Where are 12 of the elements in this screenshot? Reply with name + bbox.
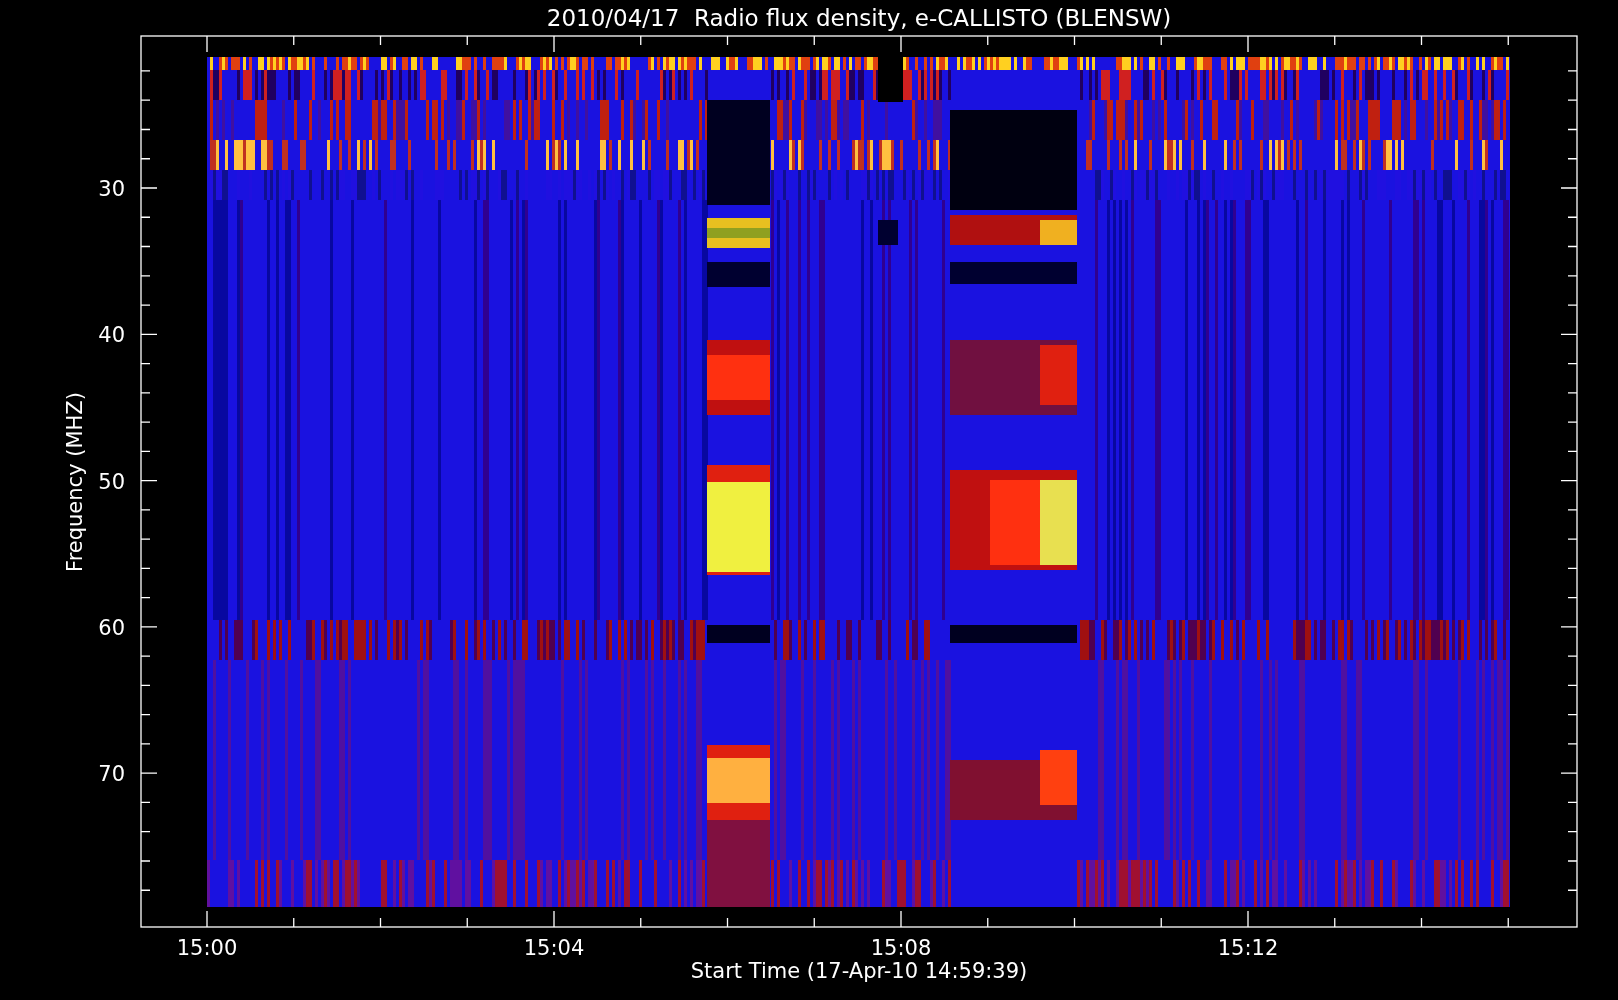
y-tick-label: 70 — [98, 762, 125, 787]
x-tick-label: 15:12 — [1217, 936, 1279, 960]
x-tick-label: 15:08 — [870, 936, 932, 960]
y-tick-label: 50 — [98, 469, 125, 494]
y-axis-title: Frequency (MHZ) — [63, 392, 87, 572]
x-tick-label: 15:00 — [176, 936, 238, 960]
x-axis-title: Start Time (17-Apr-10 14:59:39) — [690, 959, 1028, 983]
x-tick-label: 15:04 — [523, 936, 585, 960]
y-tick-label: 40 — [98, 323, 125, 348]
chart-title: 2010/04/17 Radio flux density, e-CALLISTO (BLENSW) — [546, 5, 1172, 31]
y-tick-label: 30 — [98, 177, 125, 201]
y-tick-label: 60 — [98, 615, 125, 640]
